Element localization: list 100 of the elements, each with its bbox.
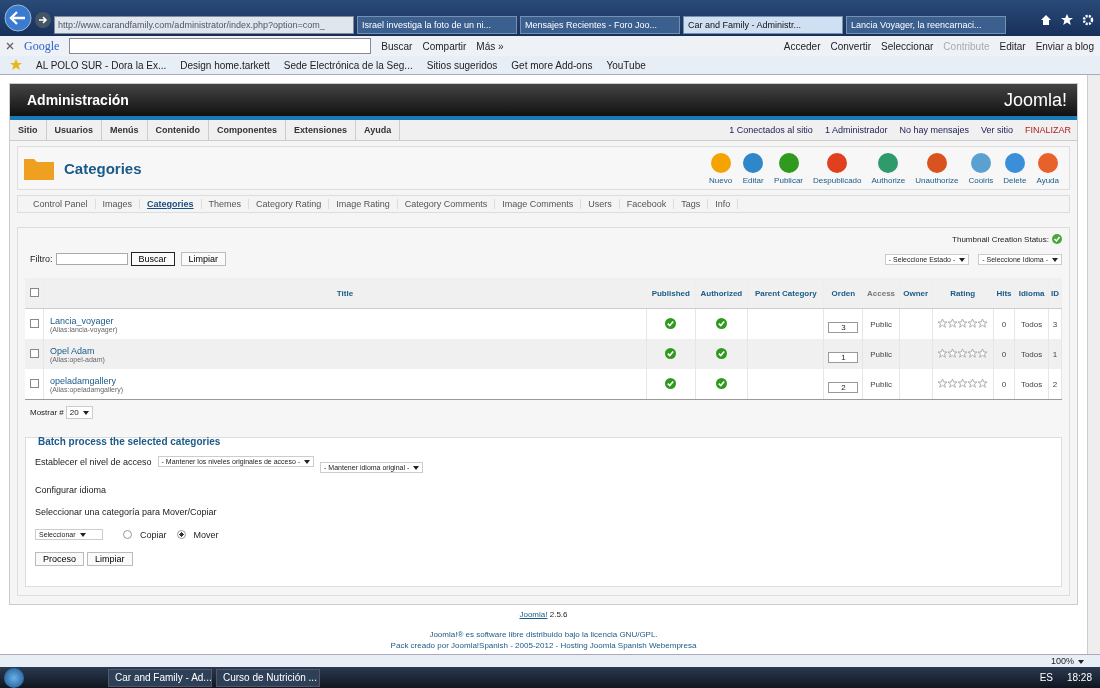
order-field[interactable]: 3 [828, 321, 859, 333]
back-button[interactable] [4, 4, 32, 32]
favorite-link[interactable]: Sitios sugeridos [426, 59, 498, 71]
toolbar-button[interactable]: Publicar [770, 151, 807, 185]
column-header[interactable]: Title [336, 288, 354, 298]
address-field[interactable]: http://www.carandfamily.com/administrator/index.php?option=com_ [54, 16, 354, 34]
toolbar-button[interactable]: Seleccionar [881, 40, 934, 52]
favorite-link[interactable]: Design home.tarkett [180, 59, 270, 71]
clock[interactable]: 18:28 [1066, 672, 1092, 683]
toolbar-button[interactable]: Buscar [381, 40, 413, 52]
filter-button[interactable]: Limpiar [180, 252, 227, 266]
browser-tab[interactable]: Israel investiga la foto de un ni... [357, 16, 517, 34]
settings-icon[interactable] [1082, 14, 1094, 26]
row-checkbox[interactable] [29, 378, 39, 388]
taskbar-button[interactable]: Curso de Nutrición ... [216, 668, 320, 687]
radio-button[interactable] [123, 530, 132, 539]
joomla-link[interactable]: Joomla! [519, 610, 548, 619]
toolbar-button[interactable]: Enviar a blog [1035, 40, 1094, 52]
category-link[interactable]: Opel Adam [50, 345, 645, 356]
start-button[interactable] [4, 667, 24, 688]
toolbar-button[interactable]: Authorize [867, 151, 910, 185]
sub-tab[interactable]: Categories [140, 199, 202, 209]
menu-item[interactable]: Componentes [209, 120, 287, 140]
authorized-check-icon[interactable] [715, 317, 727, 329]
status-link[interactable]: 1 Administrador [824, 125, 888, 135]
batch-button[interactable]: Limpiar [87, 552, 133, 566]
authorized-check-icon[interactable] [715, 377, 727, 389]
thumbnail-status-label: Thumbnail Creation Status: [952, 234, 1049, 244]
select-all-checkbox[interactable] [29, 287, 39, 297]
status-link[interactable]: FINALIZAR [1025, 125, 1071, 135]
status-link[interactable]: Ver sitio [980, 125, 1013, 135]
batch-legend: Batch process the selected categories [38, 436, 1052, 447]
row-checkbox[interactable] [29, 348, 39, 358]
sub-tab[interactable]: Category Rating [249, 199, 330, 209]
status-link[interactable]: 1 Conectados al sitio [729, 125, 813, 135]
radio-label: Copiar [140, 529, 167, 540]
search-field[interactable] [69, 38, 372, 54]
published-check-icon[interactable] [665, 377, 677, 389]
close-icon[interactable] [6, 42, 14, 50]
radio-button[interactable] [176, 530, 186, 539]
toolbar-button[interactable]: Compartir [422, 40, 467, 52]
column-header[interactable]: ID [1051, 288, 1059, 298]
toolbar-button[interactable]: Delete [999, 151, 1031, 185]
sub-tab[interactable]: Info [708, 199, 739, 209]
favorite-link[interactable]: YouTube [606, 59, 646, 71]
toolbar-button[interactable]: Coolris [964, 151, 998, 185]
favorite-link[interactable]: Sede Electrónica de la Seg... [283, 59, 413, 71]
published-check-icon[interactable] [665, 347, 677, 359]
toolbar-button[interactable]: Ayuda [1032, 151, 1063, 185]
sub-tab[interactable]: Category Comments [397, 199, 496, 209]
menu-item[interactable]: Extensiones [286, 120, 357, 140]
favorite-link[interactable]: AL POLO SUR - Dora la Ex... [36, 59, 167, 71]
home-icon[interactable] [1040, 14, 1052, 26]
favorites-star-icon[interactable] [10, 59, 22, 71]
scrollbar[interactable] [1087, 75, 1100, 654]
menu-item[interactable]: Menús [102, 120, 148, 140]
credits-link[interactable]: Pack creado por Joomla!Spanish - 2005-2012 - Hosting Joomla Spanish Webempresa [9, 640, 1078, 652]
toolbar-button[interactable]: Unauthorize [911, 151, 963, 185]
toolbar-button[interactable]: Más » [476, 40, 504, 52]
menu-item[interactable]: Ayuda [356, 120, 401, 140]
menu-item[interactable]: Contenido [147, 120, 210, 140]
sub-tab[interactable]: Themes [201, 199, 250, 209]
category-link[interactable]: opeladamgallery [50, 375, 645, 386]
menu-item[interactable]: Usuarios [46, 120, 102, 140]
toolbar-button[interactable]: Despublicado [809, 151, 866, 185]
filter-button[interactable]: Buscar [130, 252, 175, 266]
order-field[interactable]: 2 [828, 381, 859, 393]
language-indicator[interactable]: ES [1039, 672, 1053, 683]
toolbar-button[interactable]: Acceder [783, 40, 821, 52]
page-size-select[interactable]: 20 [65, 406, 93, 419]
sub-tab[interactable]: Image Rating [329, 199, 398, 209]
sub-tab[interactable]: Tags [674, 199, 709, 209]
category-link[interactable]: Lancia_voyager [50, 315, 645, 326]
toolbar-button[interactable]: Convertir [830, 40, 872, 52]
batch-button[interactable]: Proceso [35, 552, 85, 566]
browser-tab[interactable]: Mensajes Recientes - Foro Joo... [520, 16, 680, 34]
sub-tab[interactable]: Control Panel [26, 199, 96, 209]
published-check-icon[interactable] [665, 317, 677, 329]
sub-tab[interactable]: Users [581, 199, 620, 209]
toolbar-button[interactable]: Nuevo [704, 151, 737, 185]
column-header[interactable]: Rating [950, 288, 976, 298]
sub-tab[interactable]: Images [95, 199, 141, 209]
forward-button[interactable] [35, 12, 51, 28]
browser-tab[interactable]: Lancia Voyager, la reencarnaci... [846, 16, 1006, 34]
menu-item[interactable]: Sitio [10, 120, 47, 140]
order-field[interactable]: 1 [828, 351, 859, 363]
authorized-check-icon[interactable] [715, 347, 727, 359]
filter-field[interactable] [55, 253, 128, 265]
toolbar-button[interactable]: Editar [738, 151, 769, 185]
row-checkbox[interactable] [29, 318, 39, 328]
status-link[interactable]: No hay mensajes [899, 125, 969, 135]
google-logo: Google [24, 38, 60, 54]
sub-tab[interactable]: Facebook [619, 199, 675, 209]
toolbar-button[interactable]: Editar [999, 40, 1026, 52]
taskbar-button[interactable]: Car and Family - Ad... [108, 668, 212, 687]
sub-tab[interactable]: Image Comments [495, 199, 582, 209]
browser-tab[interactable]: Car and Family - Administr... [683, 16, 843, 34]
zoom-level[interactable]: 100% [1050, 656, 1084, 666]
favorite-link[interactable]: Get more Add-ons [511, 59, 593, 71]
star-icon[interactable] [1061, 14, 1073, 26]
